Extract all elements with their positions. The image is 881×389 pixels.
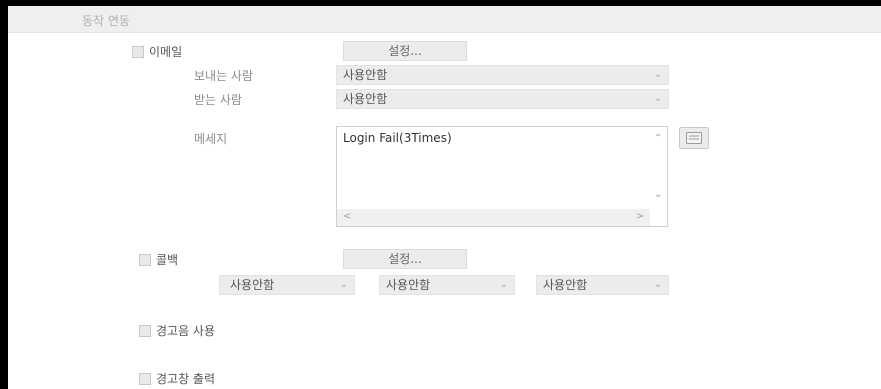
email-checkbox[interactable]	[132, 45, 144, 58]
callback-select-1[interactable]: 사용안함 ⌄	[219, 275, 355, 295]
message-horizontal-scrollbar[interactable]: < >	[337, 209, 650, 226]
email-settings-button[interactable]: 설정...	[343, 41, 467, 61]
callback-checkbox-label: 콜백	[156, 253, 179, 267]
callback-select-2[interactable]: 사용안함 ⌄	[379, 275, 515, 295]
sender-select-value: 사용안함	[343, 68, 388, 82]
chevron-down-icon: ⌄	[653, 69, 662, 80]
scroll-up-icon[interactable]: ⌃	[654, 133, 662, 144]
sender-label: 보내는 사람	[194, 69, 254, 83]
email-checkbox-row[interactable]: 이메일	[132, 43, 182, 60]
section-header: 동작 연동	[8, 6, 881, 33]
message-label: 메세지	[194, 132, 228, 146]
scroll-down-icon[interactable]: ⌄	[654, 189, 662, 200]
alarm-sound-checkbox-label: 경고음 사용	[156, 324, 216, 338]
callback-settings-button[interactable]: 설정...	[343, 249, 467, 269]
message-vertical-scrollbar[interactable]: ⌃ ⌄	[650, 127, 667, 209]
callback-select-2-value: 사용안함	[386, 278, 431, 292]
receiver-select-value: 사용안함	[343, 92, 388, 106]
alarm-popup-checkbox-row[interactable]: 경고창 출력	[139, 370, 215, 387]
scroll-left-icon[interactable]: <	[343, 211, 351, 222]
receiver-select[interactable]: 사용안함 ⌄	[336, 89, 669, 109]
alarm-popup-checkbox-label: 경고창 출력	[156, 372, 216, 386]
chevron-down-icon: ⌄	[653, 279, 662, 290]
receiver-label: 받는 사람	[194, 93, 242, 107]
keyboard-icon	[686, 132, 702, 144]
chevron-down-icon: ⌄	[499, 279, 508, 290]
callback-select-1-value: 사용안함	[230, 278, 275, 292]
callback-select-3-value: 사용안함	[543, 278, 588, 292]
section-title: 동작 연동	[82, 14, 130, 28]
chevron-down-icon: ⌄	[653, 93, 662, 104]
callback-select-3[interactable]: 사용안함 ⌄	[536, 275, 669, 295]
email-checkbox-label: 이메일	[149, 45, 183, 59]
alarm-sound-checkbox[interactable]	[139, 324, 151, 337]
alarm-popup-checkbox[interactable]	[139, 372, 151, 385]
message-textarea[interactable]: Login Fail(3Times) ⌃ ⌄ < >	[336, 126, 668, 227]
alarm-sound-checkbox-row[interactable]: 경고음 사용	[139, 322, 215, 339]
sender-select[interactable]: 사용안함 ⌄	[336, 65, 669, 85]
message-text: Login Fail(3Times)	[343, 131, 452, 145]
scroll-right-icon[interactable]: >	[636, 211, 644, 222]
callback-checkbox-row[interactable]: 콜백	[139, 251, 178, 268]
keyboard-button[interactable]	[679, 127, 709, 149]
chevron-down-icon: ⌄	[339, 279, 348, 290]
action-link-panel: 동작 연동 이메일 설정... 보내는 사람 사용안함 ⌄ 받는 사람 사용안함…	[8, 6, 881, 389]
callback-checkbox[interactable]	[139, 253, 151, 266]
